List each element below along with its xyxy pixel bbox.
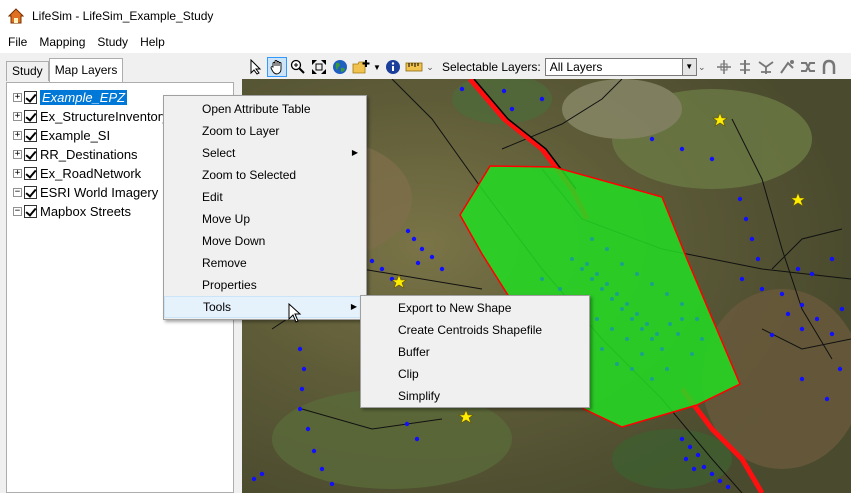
layer-label[interactable]: Mapbox Streets	[40, 204, 131, 219]
menu-item-label: Edit	[202, 190, 223, 204]
tools-submenu: Export to New Shape Create Centroids Sha…	[360, 295, 590, 408]
menu-item-label: Zoom to Selected	[202, 168, 297, 182]
selectable-layers-dropdown[interactable]: All Layers ▼	[544, 58, 697, 76]
window-title: LifeSim - LifeSim_Example_Study	[32, 8, 214, 23]
selectable-layers-label: Selectable Layers:	[442, 60, 541, 74]
tab-map-layers[interactable]: Map Layers	[48, 58, 124, 82]
menu-item-label: Zoom to Layer	[202, 124, 280, 138]
menu-study[interactable]: Study	[91, 31, 134, 53]
layer-visibility-checkbox[interactable]	[24, 90, 37, 104]
layer-label[interactable]: Ex_RoadNetwork	[40, 166, 141, 181]
app-house-icon	[8, 7, 24, 23]
zoom-in-icon[interactable]	[288, 57, 308, 77]
menu-item-remove[interactable]: Remove	[164, 252, 366, 274]
layer-context-menu: Open Attribute Table Zoom to Layer Selec…	[163, 95, 367, 320]
menu-item-move-up[interactable]: Move Up	[164, 208, 366, 230]
layer-row-rr-destinations[interactable]: + RR_Destinations	[13, 145, 138, 163]
layer-visibility-checkbox[interactable]	[24, 166, 37, 180]
split-icon[interactable]	[756, 57, 776, 77]
title-bar: LifeSim - LifeSim_Example_Study	[0, 0, 851, 31]
selectable-layers-value: All Layers	[549, 60, 603, 74]
layer-visibility-checkbox[interactable]	[24, 128, 37, 142]
menu-item-select[interactable]: Select ▶	[164, 142, 366, 164]
join-icon[interactable]	[777, 57, 797, 77]
mouse-cursor-icon	[288, 303, 302, 323]
expand-toggle-icon[interactable]: +	[13, 111, 22, 121]
menu-item-label: Move Up	[202, 212, 251, 226]
layer-label[interactable]: Ex_StructureInventory	[40, 109, 169, 124]
layer-label[interactable]: Example_EPZ	[40, 89, 128, 105]
menu-item-zoom-to-selected[interactable]: Zoom to Selected	[164, 164, 366, 186]
toolbar-overflow-icon[interactable]: ⌄	[425, 57, 435, 77]
arc-icon[interactable]	[819, 57, 839, 77]
menu-bar: File Mapping Study Help	[0, 31, 851, 53]
node-icon[interactable]	[735, 57, 755, 77]
snap-icon[interactable]	[714, 57, 734, 77]
layer-label[interactable]: RR_Destinations	[40, 147, 138, 162]
menu-item-label: Move Down	[202, 234, 266, 248]
map-toolbar: ▼ ⌄ Selectable Layers: All Layers ▼ ⌄	[242, 55, 851, 79]
menu-item-export-to-new-shape[interactable]: Export to New Shape	[361, 297, 589, 319]
layer-visibility-checkbox[interactable]	[24, 109, 37, 123]
chevron-down-icon[interactable]: ▼	[681, 59, 696, 75]
menu-item-label: Remove	[202, 256, 247, 270]
expand-toggle-icon[interactable]: +	[13, 130, 22, 140]
menu-item-tools[interactable]: Tools ▶	[164, 296, 366, 318]
full-extent-icon[interactable]	[309, 57, 329, 77]
expand-toggle-icon[interactable]: +	[13, 168, 22, 178]
measure-icon[interactable]	[404, 57, 424, 77]
pan-hand-icon[interactable]	[267, 57, 287, 77]
menu-item-simplify[interactable]: Simplify	[361, 385, 589, 407]
collapse-toggle-icon[interactable]: −	[13, 187, 22, 197]
menu-item-label: Properties	[202, 278, 257, 292]
layer-row-ex-structureinventory[interactable]: + Ex_StructureInventory	[13, 107, 169, 125]
menu-help[interactable]: Help	[134, 31, 171, 53]
menu-item-clip[interactable]: Clip	[361, 363, 589, 385]
menu-item-label: Tools	[203, 300, 232, 314]
pointer-icon[interactable]	[246, 57, 266, 77]
layer-row-ex-roadnetwork[interactable]: + Ex_RoadNetwork	[13, 164, 141, 182]
add-layer-icon[interactable]	[351, 57, 371, 77]
submenu-arrow-icon: ▶	[351, 148, 358, 157]
menu-item-open-attribute-table[interactable]: Open Attribute Table	[164, 98, 366, 120]
menu-file[interactable]: File	[2, 31, 33, 53]
menu-mapping[interactable]: Mapping	[33, 31, 91, 53]
submenu-arrow-icon: ▶	[350, 302, 357, 311]
tab-study[interactable]: Study	[6, 61, 49, 81]
menu-item-label: Open Attribute Table	[202, 102, 311, 116]
layer-row-esri-world-imagery[interactable]: − ESRI World Imagery	[13, 183, 158, 201]
menu-item-edit[interactable]: Edit	[164, 186, 366, 208]
layer-row-example-epz[interactable]: + Example_EPZ	[13, 88, 128, 106]
layer-label[interactable]: ESRI World Imagery	[40, 185, 158, 200]
collapse-toggle-icon[interactable]: −	[13, 206, 22, 216]
info-icon[interactable]	[383, 57, 403, 77]
toolbar-overflow-icon[interactable]: ⌄	[697, 57, 707, 77]
expand-toggle-icon[interactable]: +	[13, 92, 22, 102]
layer-visibility-checkbox[interactable]	[24, 147, 37, 161]
layer-row-mapbox-streets[interactable]: − Mapbox Streets	[13, 202, 131, 220]
menu-item-buffer[interactable]: Buffer	[361, 341, 589, 363]
dropdown-arrow-icon[interactable]: ▼	[372, 57, 382, 77]
layer-label[interactable]: Example_SI	[40, 128, 110, 143]
panel-tabs: Study Map Layers	[6, 58, 124, 82]
expand-toggle-icon[interactable]: +	[13, 149, 22, 159]
layer-visibility-checkbox[interactable]	[24, 204, 37, 218]
menu-item-label: Select	[202, 146, 236, 160]
menu-item-zoom-to-layer[interactable]: Zoom to Layer	[164, 120, 366, 142]
menu-item-create-centroids-shapefile[interactable]: Create Centroids Shapefile	[361, 319, 589, 341]
globe-icon[interactable]	[330, 57, 350, 77]
menu-item-properties[interactable]: Properties	[164, 274, 366, 296]
merge-icon[interactable]	[798, 57, 818, 77]
layer-row-example-si[interactable]: + Example_SI	[13, 126, 110, 144]
layer-visibility-checkbox[interactable]	[24, 185, 37, 199]
menu-item-move-down[interactable]: Move Down	[164, 230, 366, 252]
